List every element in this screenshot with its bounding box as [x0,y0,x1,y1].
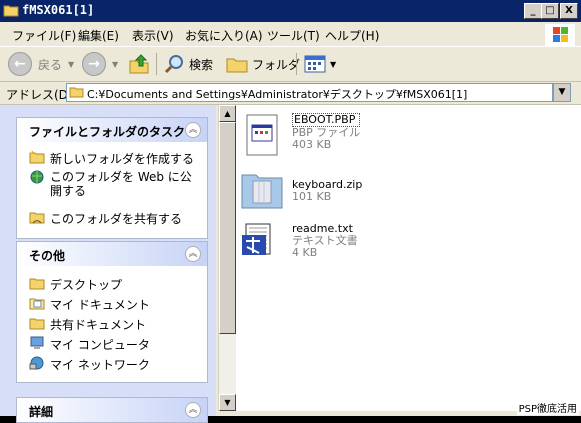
title-bar[interactable]: fMSX061[1] _ □ X [0,0,581,22]
window-title: fMSX061[1] [22,3,95,17]
address-dropdown-button[interactable]: ▼ [553,83,571,102]
file-item[interactable]: EBOOT.PBP PBP ファイル 403 KB [240,113,540,161]
search-icon [164,55,183,74]
folder-icon [3,5,19,17]
views-button[interactable]: ▼ [304,52,336,76]
back-label: 戻る [38,57,63,72]
forward-button[interactable]: → ▼ [82,52,118,76]
menu-file[interactable]: ファイル(F) [12,27,76,44]
panel-header[interactable]: 詳細 ︽ [17,398,207,422]
place-shared-documents[interactable]: 共有ドキュメント [29,316,146,333]
chevron-down-icon: ▼ [68,59,75,69]
search-label: 検索 [189,57,214,72]
back-arrow-icon: ← [8,52,32,76]
new-folder-icon [29,150,45,164]
close-button[interactable]: X [560,3,578,19]
file-size: 403 KB [292,138,332,151]
file-meta: keyboard.zip 101 KB [292,179,362,203]
place-desktop[interactable]: デスクトップ [29,276,122,293]
pbp-file-icon [246,114,278,156]
panel-title: 詳細 [29,405,54,419]
place-label: デスクトップ [50,278,123,292]
folder-icon [69,87,84,98]
scroll-down-button[interactable]: ▼ [219,394,236,411]
task-label: このフォルダを共有する [50,212,183,226]
desktop-folder-icon [29,278,45,290]
explorer-window: fMSX061[1] _ □ X ファイル(F) 編集(E) 表示(V) お気に… [0,0,581,423]
place-label: マイ ドキュメント [50,298,150,312]
address-bar: アドレス(D) C:¥Documents and Settings¥Admini… [0,82,581,105]
panel-header[interactable]: ファイルとフォルダのタスク ︽ [17,118,207,142]
file-meta: EBOOT.PBP PBP ファイル 403 KB [292,113,361,151]
back-button[interactable]: ← 戻る ▼ [8,52,74,76]
folders-icon [226,58,248,73]
windows-logo-icon [545,24,575,46]
scroll-up-button[interactable]: ▲ [219,105,236,122]
panel-header[interactable]: その他 ︽ [17,242,207,266]
up-folder-button[interactable] [128,52,150,76]
my-computer-icon [30,336,44,349]
maximize-button[interactable]: □ [541,3,559,19]
task-label: 新しいフォルダを作成する [50,152,195,166]
chevron-down-icon: ▼ [112,59,119,69]
toolbar-separator [296,53,297,75]
task-share-folder[interactable]: このフォルダを共有する [29,210,182,227]
place-my-network[interactable]: マイ ネットワーク [29,356,150,373]
task-new-folder[interactable]: 新しいフォルダを作成する [29,150,194,167]
folders-button[interactable]: フォルダ [226,52,300,76]
text-document-icon [242,223,271,255]
views-icon [304,55,326,73]
place-label: マイ ネットワーク [50,358,150,372]
task-label: このフォルダを Web に公開する [50,170,192,198]
chevron-down-icon: ▼ [330,59,337,69]
scroll-thumb[interactable] [219,122,236,334]
file-list[interactable]: EBOOT.PBP PBP ファイル 403 KB keyboard.zip 1… [236,105,581,411]
file-size: 101 KB [292,190,332,203]
collapse-chevron-icon[interactable]: ︽ [185,246,201,262]
menu-favorites[interactable]: お気に入り(A) [185,27,263,44]
panel-title: その他 [29,249,66,263]
search-button[interactable]: 検索 [163,52,213,76]
web-publish-icon [30,170,44,184]
up-folder-icon [129,54,149,74]
task-publish-web[interactable]: このフォルダを Web に公開する [29,170,199,198]
shared-documents-icon [29,318,45,330]
address-label: アドレス(D) [6,88,73,102]
menu-tools[interactable]: ツール(T) [267,27,320,44]
file-folder-tasks-panel: ファイルとフォルダのタスク ︽ 新しいフォルダを作成する このフォルダを Web… [16,117,208,239]
toolbar: ← 戻る ▼ → ▼ 検索 フォルダ ▼ [0,47,581,82]
place-label: 共有ドキュメント [50,318,147,332]
address-value: C:¥Documents and Settings¥Administrator¥… [87,88,468,101]
my-network-icon [29,356,44,370]
menu-help[interactable]: ヘルプ(H) [325,27,379,44]
place-label: マイ コンピュータ [50,338,150,352]
address-input[interactable]: C:¥Documents and Settings¥Administrator¥… [66,83,553,102]
my-documents-icon [29,298,45,310]
file-item[interactable]: readme.txt テキスト文書 4 KB [240,223,540,271]
panel-title: ファイルとフォルダのタスク [29,125,186,139]
task-pane-scrollbar[interactable]: ▲ ▼ [218,105,236,411]
collapse-chevron-icon[interactable]: ︽ [185,122,201,138]
file-name: EBOOT.PBP [292,113,361,127]
folders-label: フォルダ [252,57,301,72]
other-places-panel: その他 ︽ デスクトップ マイ ドキュメント 共有ドキュメント マイ コンピュー… [16,241,208,383]
menu-bar: ファイル(F) 編集(E) 表示(V) お気に入り(A) ツール(T) ヘルプ(… [0,22,581,47]
forward-arrow-icon: → [82,52,106,76]
menu-edit[interactable]: 編集(E) [78,27,119,44]
toolbar-separator [156,53,157,75]
watermark: PSP徹底活用 [516,400,579,415]
place-my-computer[interactable]: マイ コンピュータ [29,336,150,353]
zip-folder-icon [241,174,283,209]
file-item[interactable]: keyboard.zip 101 KB [240,167,540,215]
place-my-documents[interactable]: マイ ドキュメント [29,296,150,313]
menu-view[interactable]: 表示(V) [132,27,174,44]
file-meta: readme.txt テキスト文書 4 KB [292,223,358,259]
task-pane[interactable]: ファイルとフォルダのタスク ︽ 新しいフォルダを作成する このフォルダを Web… [0,105,216,423]
file-size: 4 KB [292,246,318,259]
details-panel: 詳細 ︽ [16,397,208,423]
share-folder-icon [29,212,45,224]
minimize-button[interactable]: _ [524,3,542,19]
